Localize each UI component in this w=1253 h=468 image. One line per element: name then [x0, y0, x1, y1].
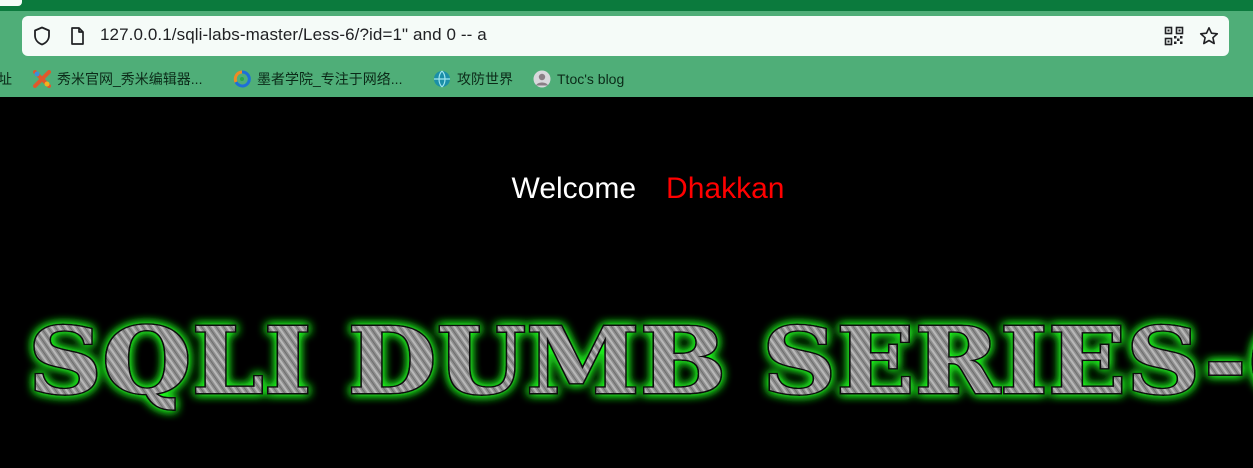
bookmark-label: Ttoc's blog	[557, 71, 625, 87]
bookmark-item-xiumi[interactable]: 秀米官网_秀米编辑器...	[33, 68, 202, 90]
active-tab[interactable]	[0, 0, 22, 6]
banner-graphic: SQLI DUMB SERIES-6	[27, 306, 1253, 417]
banner-title: SQLI DUMB SERIES-6	[28, 307, 1253, 415]
avatar-icon	[533, 70, 551, 88]
page-icon	[71, 27, 84, 45]
shield-icon[interactable]	[32, 26, 52, 46]
welcome-line: Welcome Dhakkan	[0, 172, 1253, 206]
bookmark-star-icon[interactable]	[1199, 26, 1219, 46]
bookmarks-bar: 址 秀米官网_秀米编辑器... 墨者学院_专注于网络... 攻防世界 Ttoc'…	[0, 64, 1253, 94]
user-name: Dhakkan	[666, 172, 785, 205]
title-banner: SQLI DUMB SERIES-6	[0, 297, 1253, 427]
browser-chrome: 127.0.0.1/sqli-labs-master/Less-6/?id=1"…	[0, 0, 1253, 97]
globe-icon	[434, 70, 450, 88]
page-content: Welcome Dhakkan SQLI DUMB SERIES-6	[0, 97, 1253, 468]
bookmark-label: 址	[0, 71, 12, 87]
bookmark-item-ttoc-blog[interactable]: Ttoc's blog	[533, 68, 624, 90]
bookmark-item-mozhe[interactable]: 墨者学院_专注于网络...	[233, 68, 402, 90]
bookmark-label: 秀米官网_秀米编辑器...	[57, 71, 203, 87]
bookmark-label: 墨者学院_专注于网络...	[257, 71, 403, 87]
tab-strip	[0, 0, 1253, 11]
address-bar[interactable]: 127.0.0.1/sqli-labs-master/Less-6/?id=1"…	[22, 16, 1229, 56]
xiumi-icon	[33, 70, 51, 88]
qr-code-icon[interactable]	[1164, 26, 1184, 46]
url-input[interactable]: 127.0.0.1/sqli-labs-master/Less-6/?id=1"…	[100, 25, 487, 45]
bookmark-item-address[interactable]: 址	[0, 68, 12, 90]
bookmark-label: 攻防世界	[457, 71, 513, 87]
welcome-text: Welcome	[511, 172, 637, 205]
bookmark-item-adworld[interactable]: 攻防世界	[433, 68, 513, 90]
mozhe-icon	[233, 70, 251, 88]
